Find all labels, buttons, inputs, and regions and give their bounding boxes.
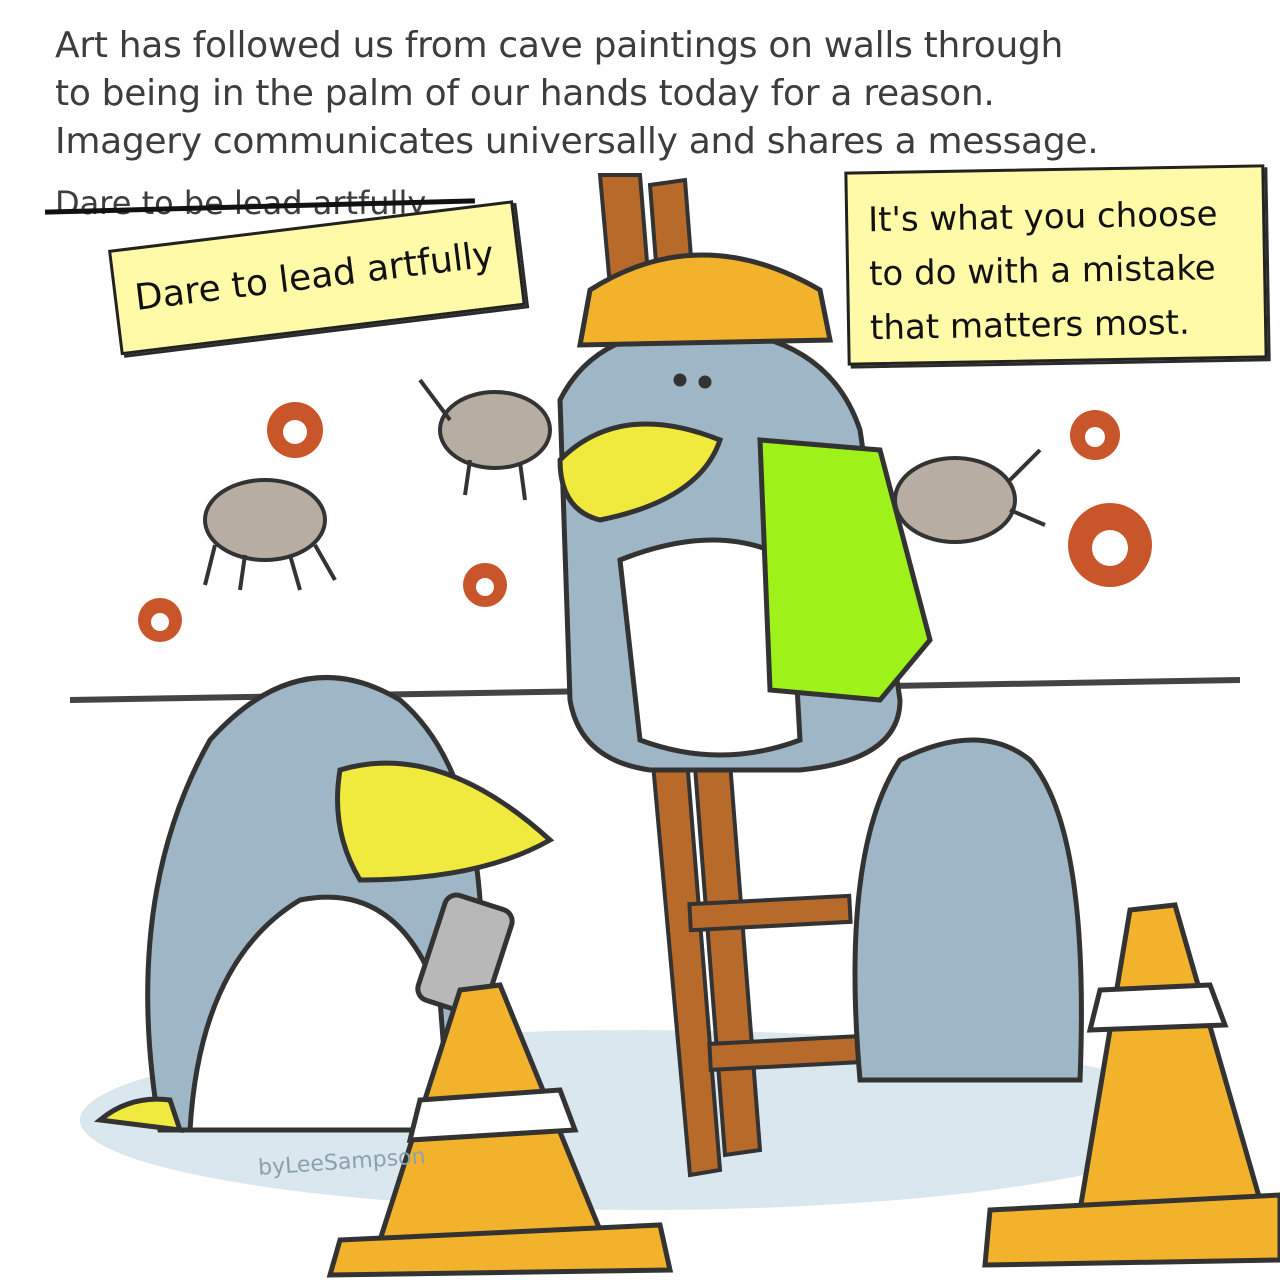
sticky-note-right: It's what you choose to do with a mistak… [844, 164, 1268, 366]
intro-line-3: Imagery communicates universally and sha… [55, 121, 1099, 162]
intro-line-1: Art has followed us from cave paintings … [55, 25, 1064, 66]
standing-penguin-right [852, 737, 1084, 1083]
note-right-line-2: to do with a mistake [868, 248, 1216, 295]
sticky-note-left-text: Dare to lead artfully [132, 234, 497, 319]
intro-paragraph: Art has followed us from cave paintings … [55, 22, 1155, 166]
intro-line-2: to being in the palm of our hands today … [55, 73, 995, 114]
note-right-line-1: It's what you choose [867, 194, 1218, 241]
note-right-line-3: that matters most. [869, 302, 1191, 349]
